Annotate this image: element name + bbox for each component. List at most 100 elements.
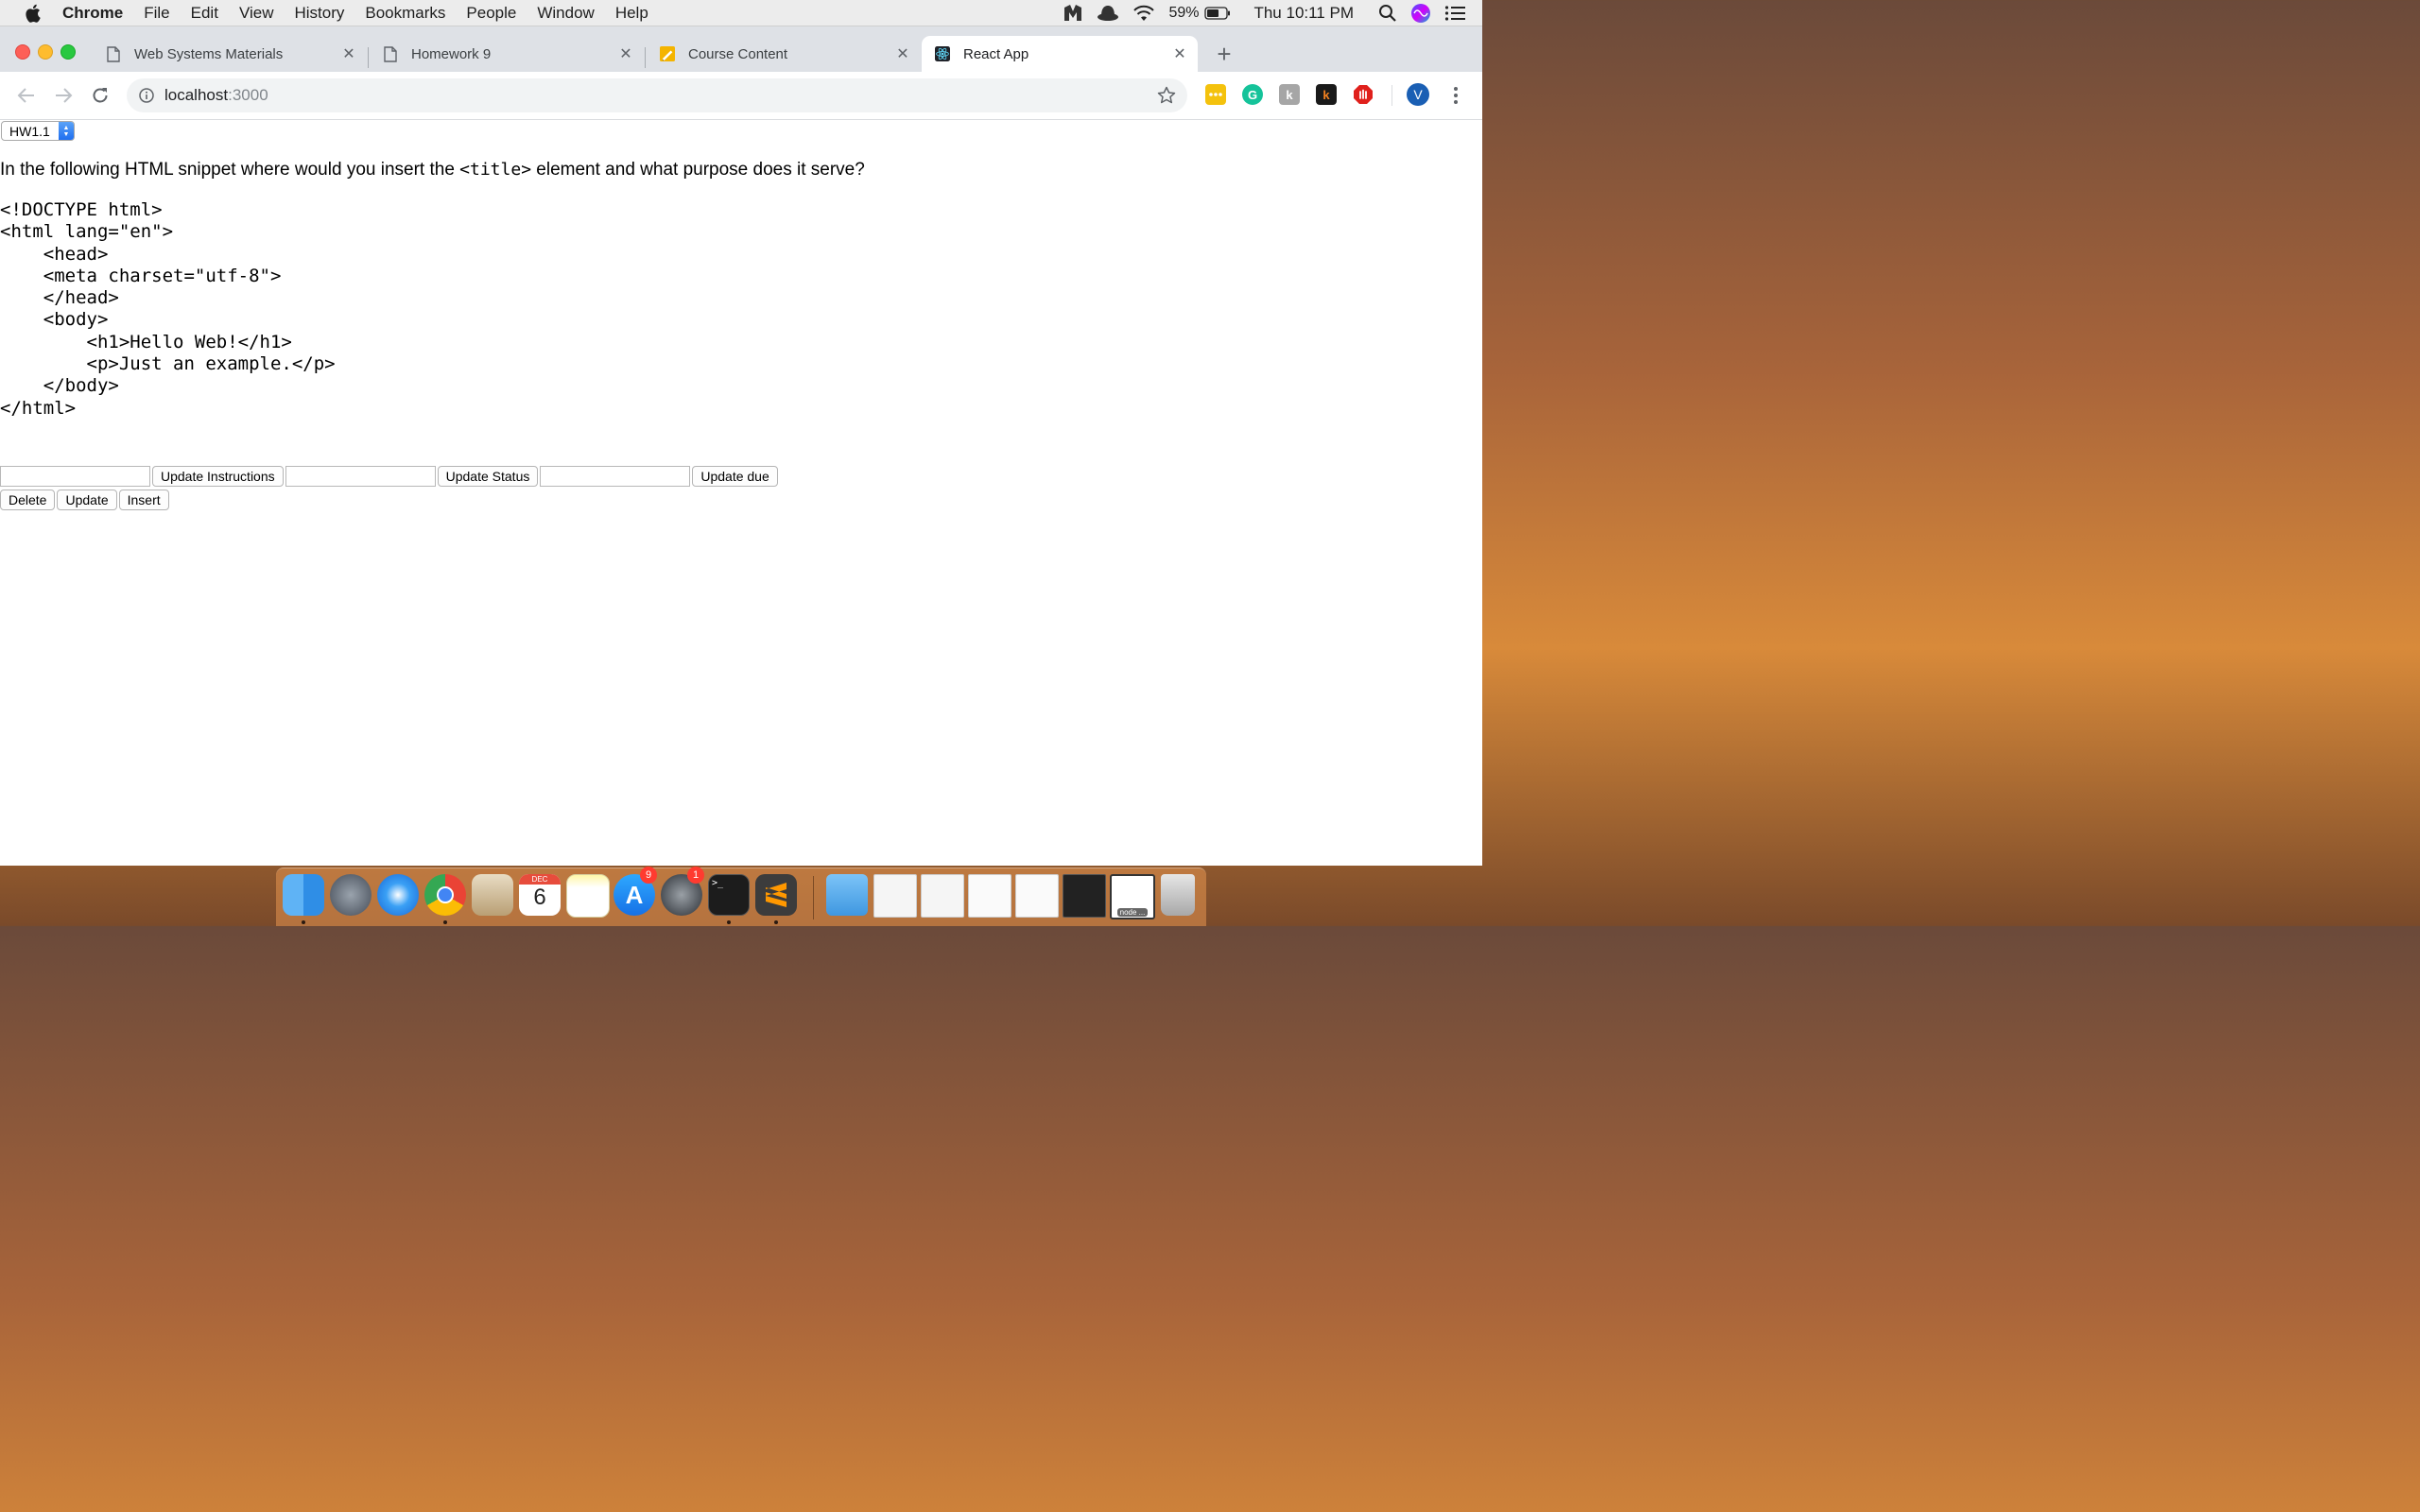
tab-react-app[interactable]: React App ✕ [922, 36, 1198, 72]
status-input[interactable] [285, 466, 436, 487]
url-host: localhost [164, 86, 229, 104]
grammarly-icon[interactable]: G [1242, 84, 1263, 105]
window-thumbnail-chrome-1[interactable] [873, 874, 917, 918]
dock: DEC 6 A 9 1 >_ node ... [276, 867, 1206, 926]
update-form-row: Update Instructions Update Status Update… [0, 466, 780, 487]
menu-bar: Chrome File Edit View History Bookmarks … [0, 0, 1482, 26]
tab-title: React App [963, 45, 1029, 62]
clock[interactable]: Thu 10:11 PM [1253, 4, 1354, 23]
new-tab-button[interactable]: + [1212, 40, 1236, 68]
wifi-icon[interactable] [1132, 5, 1155, 22]
menu-edit[interactable]: Edit [191, 4, 218, 23]
chrome-icon[interactable] [424, 874, 466, 916]
url-text[interactable]: localhost:3000 [164, 86, 268, 105]
menu-window[interactable]: Window [537, 4, 594, 23]
spotlight-search-icon[interactable] [1378, 4, 1397, 23]
html-code-snippet: <!DOCTYPE html> <html lang="en"> <head> … [0, 199, 336, 419]
extension-dots-icon[interactable] [1205, 84, 1226, 105]
document-icon [106, 45, 121, 62]
safari-compass-icon[interactable] [377, 874, 419, 916]
calendar-icon[interactable]: DEC 6 [519, 874, 561, 916]
calendar-month: DEC [519, 874, 561, 885]
tab-strip: Web Systems Materials ✕ Homework 9 ✕ Cou… [0, 26, 1482, 72]
hat-icon[interactable] [1097, 5, 1119, 22]
sublime-text-icon[interactable] [755, 874, 797, 916]
instructions-input[interactable] [0, 466, 150, 487]
window-thumbnail-document-1[interactable] [968, 874, 1011, 918]
window-minimize-button[interactable] [38, 44, 53, 60]
node-window-label: node ... [1116, 908, 1149, 917]
mail-eagle-icon[interactable] [472, 874, 513, 916]
malwarebytes-icon[interactable] [1063, 4, 1083, 23]
delete-button[interactable]: Delete [0, 490, 56, 510]
pencil-ruler-icon [660, 46, 675, 61]
back-arrow-icon[interactable] [15, 84, 38, 107]
window-close-button[interactable] [15, 44, 30, 60]
forward-arrow-icon[interactable] [52, 84, 75, 107]
update-status-button[interactable]: Update Status [437, 466, 539, 487]
tab-title: Course Content [688, 45, 788, 62]
site-info-icon[interactable] [138, 87, 155, 104]
tab-web-systems-materials[interactable]: Web Systems Materials ✕ [93, 36, 367, 72]
notes-icon[interactable] [566, 874, 610, 918]
page-content: HW1.1 ▲ ▼ In the following HTML snippet w… [0, 120, 1482, 866]
insert-button[interactable]: Insert [118, 490, 169, 510]
battery-icon[interactable] [1204, 6, 1231, 20]
running-indicator [302, 920, 305, 924]
running-indicator [443, 920, 447, 924]
tab-title: Homework 9 [411, 45, 492, 62]
menu-people[interactable]: People [466, 4, 516, 23]
due-input[interactable] [540, 466, 691, 487]
apple-menu-icon[interactable] [23, 4, 42, 23]
dock-separator [813, 876, 814, 919]
running-indicator [727, 920, 731, 924]
update-button[interactable]: Update [57, 490, 117, 510]
select-arrows-icon: ▲ ▼ [59, 122, 74, 140]
window-zoom-button[interactable] [60, 44, 76, 60]
tab-close-icon[interactable]: ✕ [894, 45, 911, 62]
menu-file[interactable]: File [144, 4, 169, 23]
extension-k-gray-icon[interactable]: k [1279, 84, 1300, 105]
action-button-row: Delete Update Insert [0, 490, 171, 510]
notification-center-icon[interactable] [1444, 5, 1465, 22]
tab-close-icon[interactable]: ✕ [1171, 45, 1188, 62]
window-thumbnail-document-2[interactable] [1015, 874, 1059, 918]
calendar-day: 6 [533, 885, 546, 910]
reload-icon[interactable] [89, 84, 112, 107]
siri-icon[interactable] [1410, 3, 1431, 24]
update-instructions-button[interactable]: Update Instructions [152, 466, 284, 487]
update-due-button[interactable]: Update due [692, 466, 778, 487]
question-prefix: In the following HTML snippet where woul… [0, 160, 460, 180]
react-icon [935, 46, 950, 61]
system-preferences-badge: 1 [687, 867, 704, 884]
tab-close-icon[interactable]: ✕ [340, 45, 357, 62]
question-text: In the following HTML snippet where woul… [0, 160, 865, 180]
question-suffix: element and what purpose does it serve? [531, 160, 865, 180]
menu-bookmarks[interactable]: Bookmarks [365, 4, 445, 23]
window-thumbnail-node[interactable]: node ... [1110, 874, 1155, 919]
document-icon [383, 45, 398, 62]
tab-close-icon[interactable]: ✕ [617, 45, 634, 62]
bookmark-star-icon[interactable] [1157, 86, 1176, 105]
adblock-hand-icon[interactable] [1353, 84, 1374, 105]
finder-icon[interactable] [283, 874, 324, 916]
tab-separator [368, 47, 369, 68]
tab-course-content[interactable]: Course Content ✕ [647, 36, 921, 72]
window-thumbnail-terminal[interactable] [1063, 874, 1106, 918]
homework-select[interactable]: HW1.1 ▲ ▼ [1, 121, 75, 141]
menu-view[interactable]: View [239, 4, 274, 23]
terminal-icon[interactable]: >_ [708, 874, 750, 916]
address-bar[interactable]: localhost:3000 [127, 78, 1187, 112]
extension-k-orange-icon[interactable]: k [1316, 84, 1337, 105]
menu-help[interactable]: Help [615, 4, 648, 23]
tab-homework-9[interactable]: Homework 9 ✕ [370, 36, 644, 72]
window-thumbnail-chrome-2[interactable] [921, 874, 964, 918]
launchpad-rocket-icon[interactable] [330, 874, 372, 916]
folder-icon[interactable] [826, 874, 868, 916]
menu-history[interactable]: History [294, 4, 344, 23]
profile-avatar[interactable]: V [1407, 83, 1429, 106]
app-store-badge: 9 [640, 867, 657, 884]
menu-app-name[interactable]: Chrome [62, 4, 123, 23]
chrome-menu-icon[interactable] [1444, 84, 1467, 107]
trash-icon[interactable] [1161, 874, 1195, 916]
